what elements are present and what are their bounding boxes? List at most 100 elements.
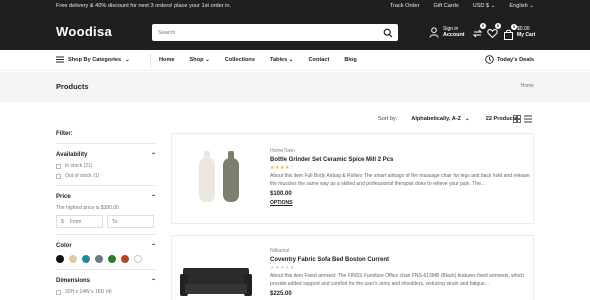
price-from-input[interactable]: $ From <box>56 215 103 228</box>
price-range: $ From To <box>56 215 156 228</box>
main-navigation: Shop By Categories ⌄ Home Shop ⌄ Collect… <box>0 50 590 71</box>
product-brand: HomeTown <box>270 148 296 154</box>
dimensions-header[interactable]: Dimensions ⌃ <box>56 278 156 285</box>
options-button[interactable]: OPTIONS <box>270 200 532 206</box>
price-to-input[interactable]: To <box>107 215 154 228</box>
sort-select[interactable]: Alphabetically, A-Z ⌄ <box>411 116 469 122</box>
shop-by-categories-label: Shop By Categories <box>68 56 122 63</box>
chevron-up-icon: ⌃ <box>150 195 156 201</box>
chevron-up-icon: ⌃ <box>150 244 156 250</box>
nav-item-tables[interactable]: Tables ⌄ <box>270 57 294 63</box>
nav-menu: Home Shop ⌄ Collections Tables ⌄ Contact… <box>159 57 357 63</box>
top-links: Track Order Gift Cards USD $ ⌄ English ⌄ <box>390 3 534 9</box>
highest-price-note: The highest price is $380.00 <box>56 205 119 211</box>
chevron-down-icon: ⌄ <box>465 116 470 122</box>
shop-by-categories-button[interactable]: Shop By Categories ⌄ <box>56 56 130 63</box>
product-toolbar: Sort by: Alphabetically, A-Z ⌄ 22 Product… <box>378 116 518 122</box>
view-toggle <box>513 115 532 123</box>
grid-view-icon[interactable] <box>513 115 521 123</box>
color-swatch[interactable] <box>56 255 64 263</box>
checkbox-box <box>56 173 61 179</box>
compare-count-badge: 0 <box>480 23 486 29</box>
gift-cards-link[interactable]: Gift Cards <box>433 3 458 9</box>
color-swatch[interactable] <box>134 255 142 263</box>
color-swatch[interactable] <box>82 255 90 263</box>
color-swatch[interactable] <box>95 255 103 263</box>
hamburger-icon <box>56 56 64 63</box>
search-icon[interactable] <box>383 28 393 38</box>
search-input[interactable] <box>158 27 368 38</box>
product-name[interactable]: Bottle Grinder Set Ceramic Spice Mill 2 … <box>270 157 532 163</box>
page-title-bar: Products Home <box>0 72 590 102</box>
dimension-checkbox[interactable]: 32H x 14W x 16D (4) <box>56 289 156 295</box>
deals-clock-icon <box>485 55 494 64</box>
nav-item-blog[interactable]: Blog <box>344 57 356 63</box>
product-image-sofa[interactable] <box>172 236 263 300</box>
divider <box>56 185 156 186</box>
price-header[interactable]: Price ⌃ <box>56 194 156 201</box>
bag-icon <box>504 29 513 40</box>
filter-title: Filter: <box>56 131 73 137</box>
account-label: Account <box>443 32 465 38</box>
nav-divider <box>150 54 151 67</box>
top-announcement-bar: Free delivery & 40% discount for next 3 … <box>0 0 590 12</box>
price-from-placeholder: From <box>69 218 82 225</box>
in-stock-checkbox[interactable]: In stock (21) <box>56 163 156 169</box>
track-order-link[interactable]: Track Order <box>390 3 420 9</box>
cart-icon-wrap: 0 <box>503 23 517 40</box>
price-to-placeholder: To <box>112 218 118 225</box>
color-header[interactable]: Color ⌃ <box>56 243 156 250</box>
cart-button[interactable]: 0 $0.00 My Cart <box>503 23 536 40</box>
wishlist-button[interactable]: 0 <box>487 23 501 39</box>
product-price: $100.00 <box>270 191 292 197</box>
site-logo[interactable]: Woodisa <box>56 24 112 39</box>
chevron-down-icon: ⌄ <box>125 56 130 63</box>
compare-icon <box>472 29 483 38</box>
cart-count-badge: 0 <box>511 23 517 30</box>
divider <box>56 234 156 235</box>
currency-symbol: $ <box>61 218 64 225</box>
account-link[interactable]: Sign in Account <box>429 26 465 38</box>
product-name[interactable]: Coventry Fabric Sofa Bed Boston Current <box>270 257 532 263</box>
color-swatch[interactable] <box>121 255 129 263</box>
compare-button[interactable]: 0 <box>472 23 486 38</box>
sort-label: Sort by: <box>378 116 398 122</box>
product-description: About this item Fixed armrest: The FINSS… <box>270 273 525 287</box>
product-image-grinders[interactable] <box>172 134 263 225</box>
color-swatch[interactable] <box>69 255 77 263</box>
site-header: Woodisa Sign inAccount 0 0 0 $0.00My Car… <box>0 12 590 50</box>
chevron-up-icon: ⌃ <box>150 153 156 159</box>
product-price: $225.00 <box>270 291 292 297</box>
wishlist-count-badge: 0 <box>495 23 501 29</box>
product-card[interactable]: Nilkamal Coventry Fabric Sofa Bed Boston… <box>171 235 534 300</box>
filter-sidebar: Filter: Availability ⌃ In stock (21) Out … <box>56 131 156 295</box>
promo-text: Free delivery & 40% discount for next 3 … <box>56 3 232 9</box>
availability-header[interactable]: Availability ⌃ <box>56 152 156 159</box>
user-icon <box>429 26 439 38</box>
rating-stars: ★★★★☆ <box>270 165 295 171</box>
color-swatch[interactable] <box>108 255 116 263</box>
product-info: HomeTown Bottle Grinder Set Ceramic Spic… <box>270 148 532 206</box>
product-brand: Nilkamal <box>270 248 290 254</box>
nav-item-contact[interactable]: Contact <box>309 57 330 63</box>
product-card[interactable]: HomeTown Bottle Grinder Set Ceramic Spic… <box>171 133 534 224</box>
out-of-stock-checkbox[interactable]: Out of stock (1) <box>56 173 156 179</box>
currency-selector[interactable]: USD $ ⌄ <box>473 3 496 9</box>
product-description: About this item Full Body Airbag & Rolle… <box>270 173 530 187</box>
divider <box>56 269 156 270</box>
color-swatches <box>56 255 156 263</box>
breadcrumb-home[interactable]: Home <box>521 83 534 89</box>
todays-deals-link[interactable]: Today's Deals <box>485 55 534 64</box>
checkbox-box <box>56 289 61 295</box>
heart-icon <box>487 28 498 39</box>
nav-item-home[interactable]: Home <box>159 57 175 63</box>
list-view-icon[interactable] <box>524 115 532 123</box>
language-selector[interactable]: English ⌄ <box>509 3 534 9</box>
nav-item-collections[interactable]: Collections <box>225 57 255 63</box>
nav-item-shop[interactable]: Shop ⌄ <box>190 57 210 63</box>
rating-stars: ★★★★★ <box>270 265 295 271</box>
todays-deals-label: Today's Deals <box>497 56 534 63</box>
chevron-up-icon: ⌃ <box>150 279 156 285</box>
cart-label: My Cart <box>517 32 536 38</box>
search-bar <box>152 24 398 41</box>
